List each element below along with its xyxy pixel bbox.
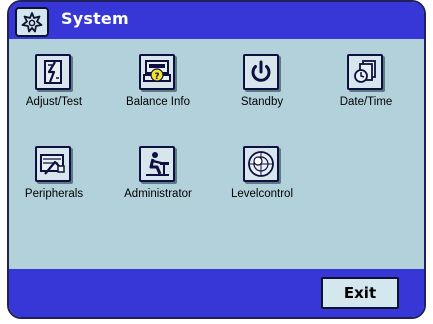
bottom-bar: Exit (9, 269, 424, 317)
tile-level-control[interactable]: Levelcontrol (217, 146, 307, 224)
peripherals-icon[interactable] (35, 146, 71, 182)
tile-label: Date/Time (339, 96, 393, 108)
flower-gear-icon (15, 7, 49, 37)
tile-standby[interactable]: Standby (217, 54, 307, 132)
adjust-test-icon[interactable] (35, 54, 71, 90)
power-icon[interactable] (243, 54, 279, 90)
tile-administrator[interactable]: Administrator (113, 146, 203, 224)
tile-adjust-test[interactable]: Adjust/Test (9, 54, 99, 132)
tile-label: Administrator (124, 188, 192, 200)
svg-text:?: ? (154, 72, 159, 82)
tile-label: Levelcontrol (230, 188, 293, 200)
administrator-icon[interactable] (139, 146, 175, 182)
tile-peripherals[interactable]: Peripherals (9, 146, 99, 224)
window-title: System (61, 9, 129, 28)
tile-balance-info[interactable]: ? Balance Info (113, 54, 203, 132)
level-control-icon[interactable] (243, 146, 279, 182)
tile-date-time[interactable]: Date/Time (321, 54, 411, 132)
tile-label: Standby (240, 96, 284, 108)
date-time-icon[interactable] (347, 54, 383, 90)
tile-label: Peripherals (24, 188, 84, 200)
tile-label: Balance Info (126, 96, 190, 108)
tile-label: Adjust/Test (25, 96, 83, 108)
balance-info-icon[interactable]: ? (139, 54, 175, 90)
title-bar: System (9, 2, 424, 39)
exit-button[interactable]: Exit (321, 277, 399, 309)
system-screen: System Adjust/Test ? Balance Info Standb… (7, 0, 426, 319)
